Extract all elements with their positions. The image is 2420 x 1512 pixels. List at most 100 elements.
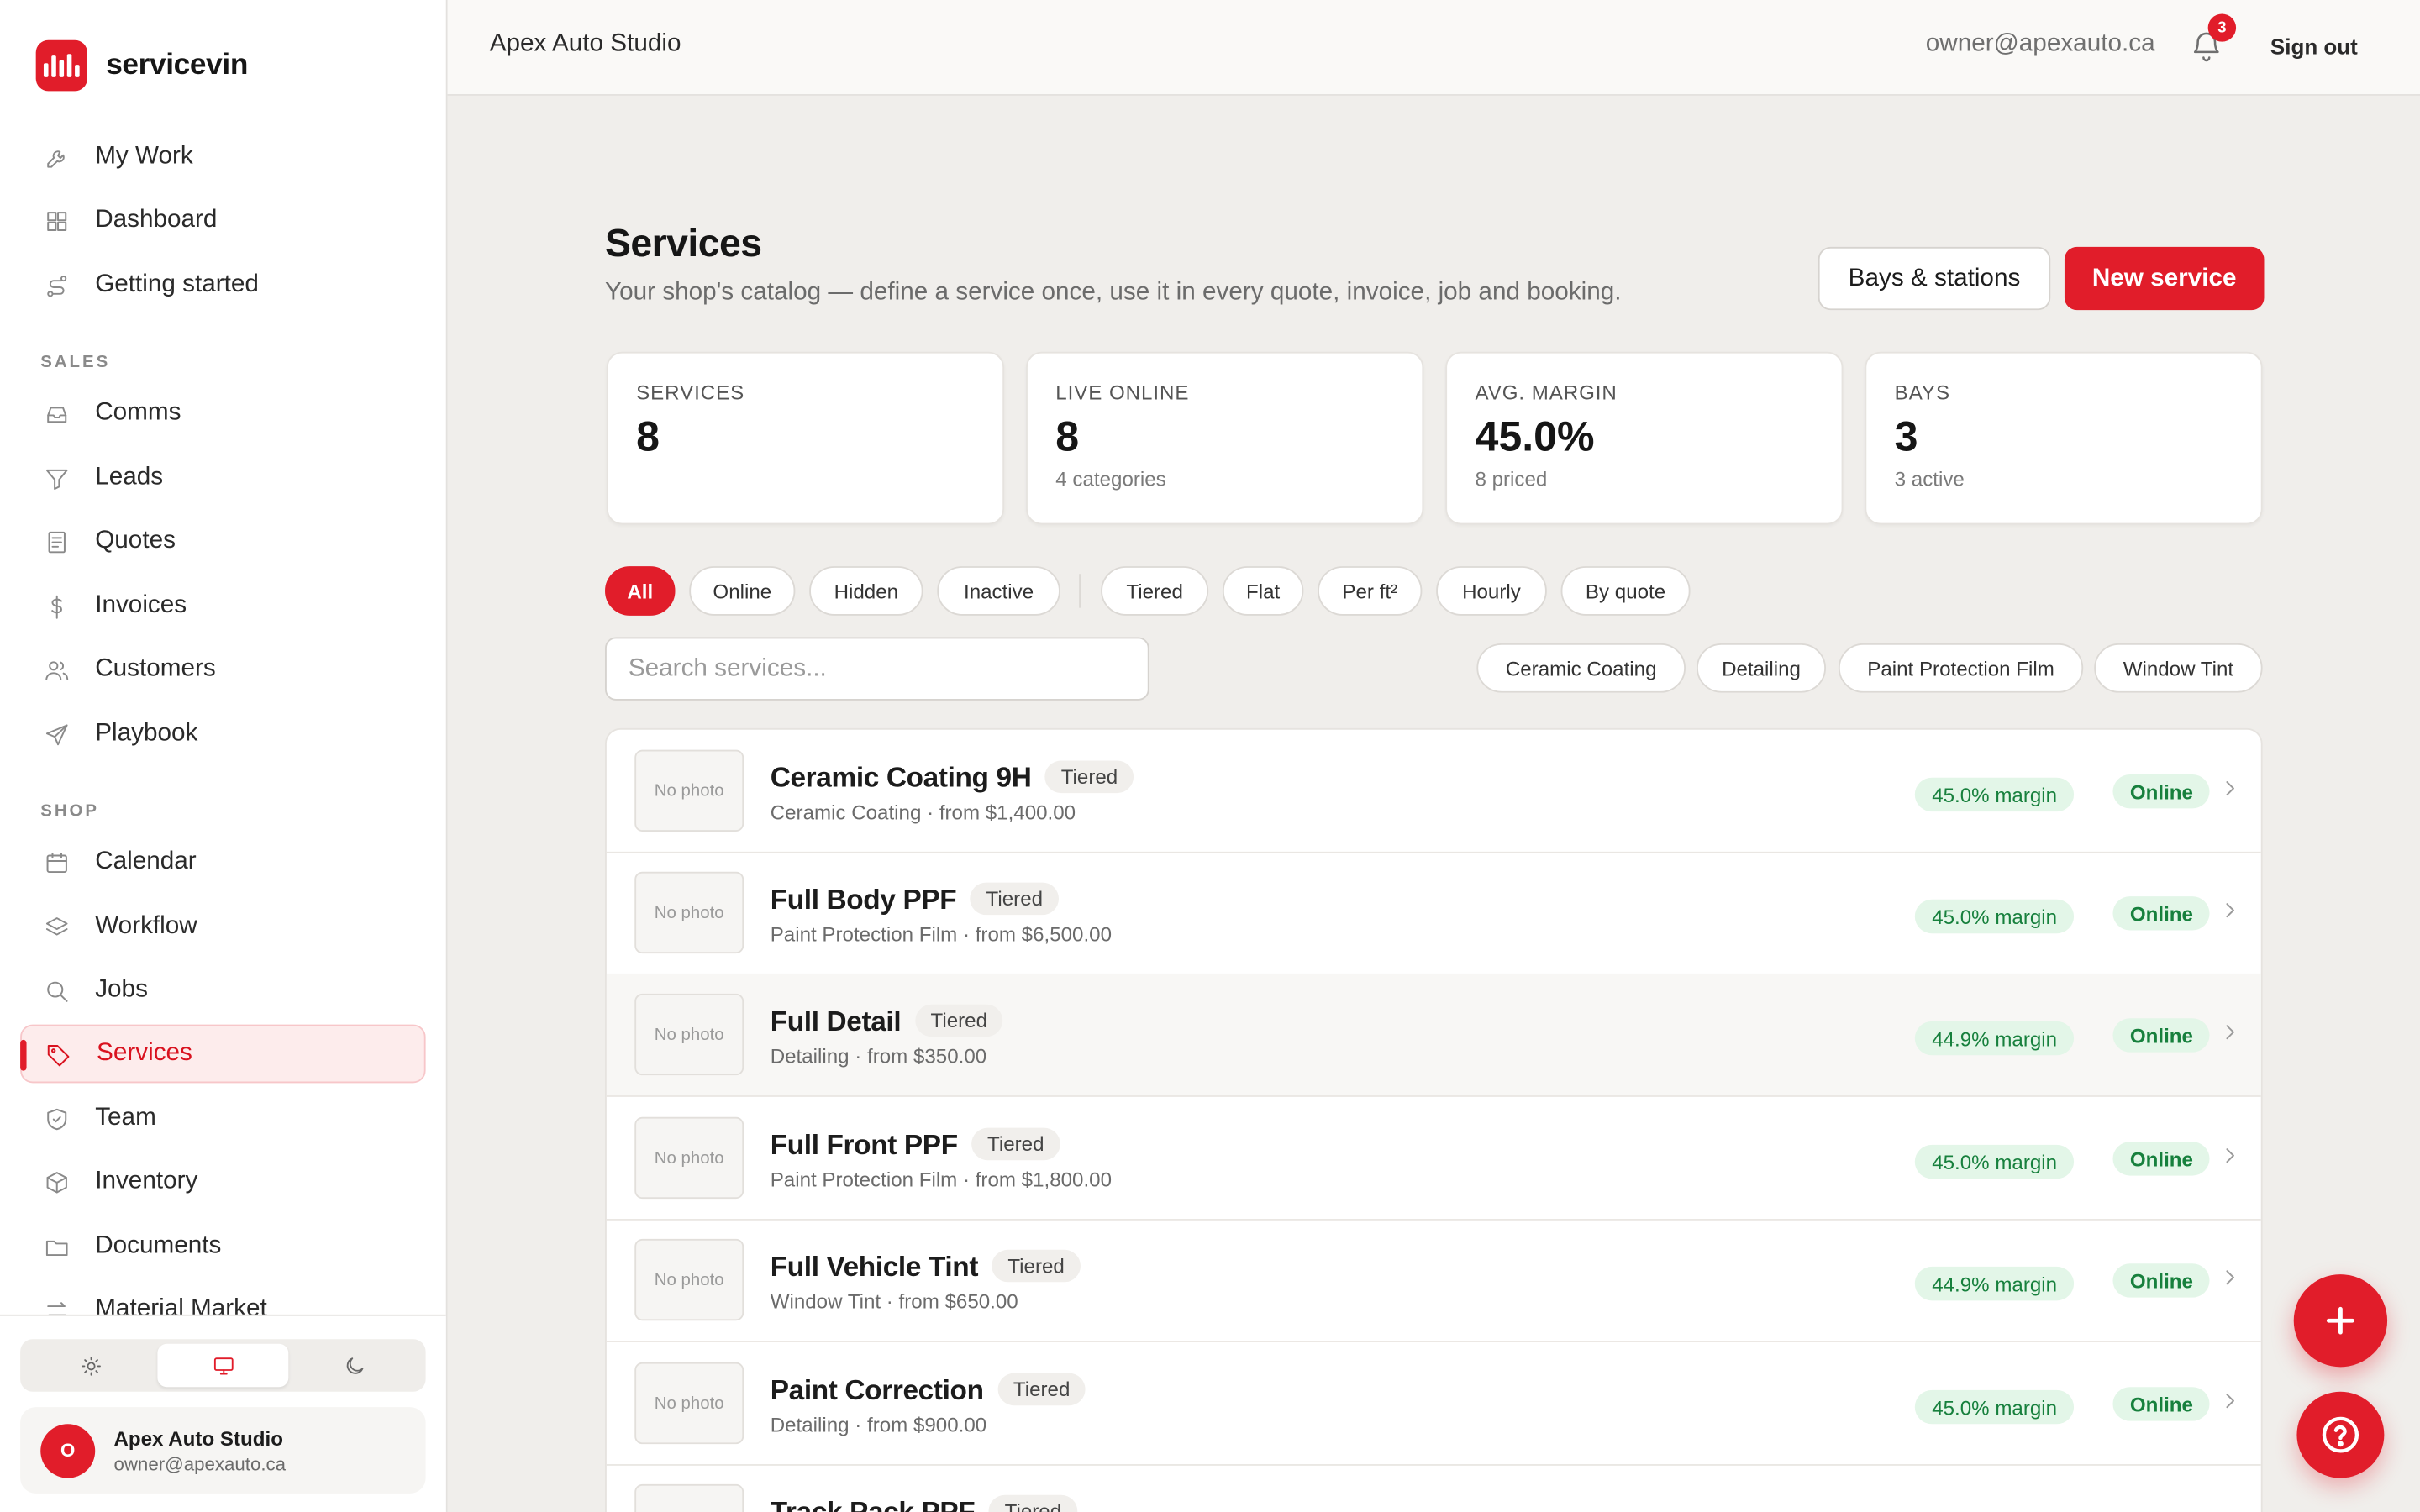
status-badge: Online [2112,1387,2211,1421]
service-row[interactable]: Track Pack PPF Tiered [607,1464,2261,1512]
account-card[interactable]: O Apex Auto Studio owner@apexauto.ca [20,1407,426,1494]
service-name: Full Front PPF [770,1129,958,1161]
bays-stations-button[interactable]: Bays & stations [1818,246,2051,311]
service-photo-placeholder: No photo [634,871,744,954]
monitor-icon [213,1357,233,1374]
status-badge: Online [2112,774,2211,809]
pricing-badge: Tiered [989,1494,1077,1512]
service-row[interactable]: No photo Full Detail Tiered Detailing · f… [606,973,2261,1097]
brand-name: servicevin [106,48,248,81]
service-meta: Paint Protection Film · from $6,500.00 [770,922,1112,946]
box-icon [42,1168,70,1195]
service-row[interactable]: No photo Full Front PPF Tiered Paint Prot… [606,1097,2261,1221]
sidebar-item-playbook[interactable]: Playbook [20,705,425,764]
service-photo-placeholder: No photo [634,749,744,832]
sidebar-item-team[interactable]: Team [20,1089,425,1148]
sidebar-item-workflow[interactable]: Workflow [20,898,425,957]
stat-value: 45.0% [1475,413,1595,460]
add-fab-button[interactable] [2293,1274,2388,1368]
filter-chip-flat[interactable]: Flat [1222,566,1304,616]
service-row[interactable]: No photo Ceramic Coating 9H Tiered Cerami… [606,730,2261,853]
sidebar-item-label: Customers [95,655,216,682]
category-chip-window-tint[interactable]: Window Tint [2094,643,2263,693]
service-photo-placeholder: No photo [634,1116,744,1200]
chevron-right-icon [2219,900,2241,929]
chevron-right-icon [2219,1021,2241,1051]
search-input[interactable] [605,637,1150,701]
sidebar-item-calendar[interactable]: Calendar [20,833,425,892]
sidebar-item-label: Jobs [95,976,148,1003]
filter-chip-inactive[interactable]: Inactive [937,566,1060,616]
service-photo-placeholder: No photo [634,1362,744,1445]
help-button[interactable] [2296,1391,2385,1478]
sidebar-item-invoices[interactable]: Invoices [20,577,425,636]
pricing-badge: Tiered [997,1373,1086,1406]
sidebar-item-label: Leads [95,464,164,491]
notifications-button[interactable]: 3 [2189,13,2237,63]
new-service-button[interactable]: New service [2064,246,2265,311]
dark-theme-button[interactable] [289,1344,421,1387]
route-icon [42,271,70,299]
dollar-icon [42,592,70,620]
nav-section-shop: SHOP [40,802,99,822]
sidebar-item-quotes[interactable]: Quotes [20,512,425,571]
sidebar-item-jobs[interactable]: Jobs [20,961,425,1020]
service-name: Ceramic Coating 9H [770,762,1032,794]
margin-badge: 44.9% margin [1914,1021,2075,1056]
calendar-icon [42,848,70,876]
service-meta: Detailing · from $350.00 [770,1044,987,1068]
service-name: Paint Correction [770,1374,984,1406]
users-icon [42,656,70,684]
filter-chip-tiered[interactable]: Tiered [1101,566,1209,616]
user-email: owner@apexauto.ca [1925,30,2155,57]
pricing-badge: Tiered [992,1249,1081,1283]
sidebar-item-customers[interactable]: Customers [20,640,425,699]
sidebar-item-comms[interactable]: Comms [20,384,425,443]
inbox-icon [42,400,70,428]
filter-chip-all[interactable]: All [605,566,676,616]
status-badge: Online [2112,1263,2211,1298]
status-badge: Online [2112,1142,2211,1176]
sidebar-item-label: Services [97,1039,192,1067]
stat-value: 3 [1894,413,1918,460]
sidebar-item-leads[interactable]: Leads [20,449,425,507]
brand[interactable]: servicevin [35,39,248,92]
stat-value: 8 [1055,413,1080,460]
light-theme-button[interactable] [25,1344,157,1387]
service-name: Full Vehicle Tint [770,1251,979,1283]
plus-icon [2326,1306,2354,1335]
category-chip-detailing[interactable]: Detailing [1697,643,1827,693]
margin-badge: 45.0% margin [1914,777,2075,812]
service-photo-placeholder: No photo [634,1238,744,1321]
pricing-badge: Tiered [1045,760,1134,794]
sidebar-item-documents[interactable]: Documents [20,1217,425,1276]
filter-chip-hourly[interactable]: Hourly [1436,566,1547,616]
service-row[interactable]: No photo Full Vehicle Tint Tiered Window … [606,1219,2261,1342]
service-meta: Window Tint · from $650.00 [770,1289,1018,1314]
category-chip-ceramic-coating[interactable]: Ceramic Coating [1476,643,1686,693]
filter-chip-by-quote[interactable]: By quote [1560,566,1691,616]
chevron-right-icon [2219,778,2241,807]
filter-chip-per-ft2[interactable]: Per ft² [1318,566,1423,616]
sign-out-button[interactable]: Sign out [2270,34,2358,58]
filter-chip-hidden[interactable]: Hidden [809,566,923,616]
sidebar-item-inventory[interactable]: Inventory [20,1152,425,1211]
status-badge: Online [2112,1018,2211,1053]
service-row[interactable]: No photo Full Body PPF Tiered Paint Prote… [606,852,2261,975]
filter-divider [1079,574,1081,608]
sidebar-item-dashboard[interactable]: Dashboard [20,192,425,250]
service-photo-placeholder [634,1483,744,1512]
sidebar-footer: O Apex Auto Studio owner@apexauto.ca [0,1314,446,1512]
sidebar-item-services[interactable]: Services [20,1024,426,1084]
service-name: Track Pack PPF [770,1496,976,1512]
nav-section-sales: SALES [40,353,111,372]
send-icon [42,721,70,748]
sidebar-item-label: Playbook [95,720,198,747]
pricing-badge: Tiered [970,882,1059,916]
sidebar-item-my-work[interactable]: My Work [20,128,425,186]
filter-chip-online[interactable]: Online [689,566,796,616]
category-chip-paint-protection-film[interactable]: Paint Protection Film [1838,643,2084,693]
service-row[interactable]: No photo Paint Correction Tiered Detailin… [606,1342,2261,1466]
system-theme-button[interactable] [156,1343,289,1388]
sidebar-item-getting-started[interactable]: Getting started [20,256,425,315]
